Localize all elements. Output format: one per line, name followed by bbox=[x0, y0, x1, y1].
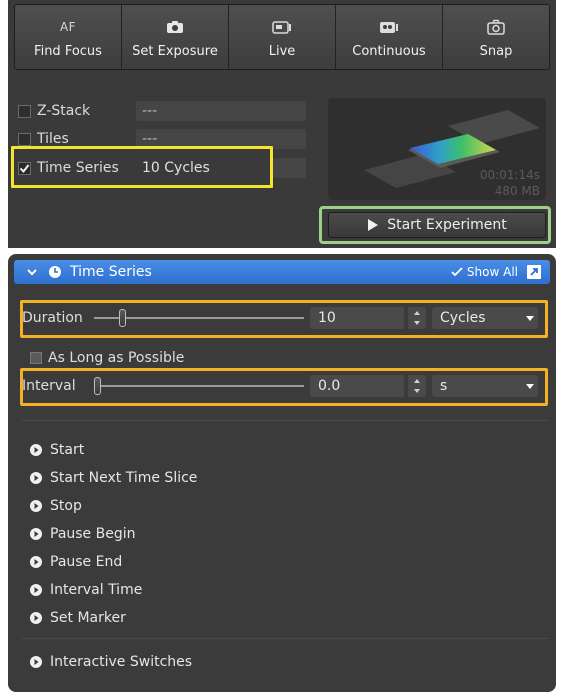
time-series-value: 10 Cycles bbox=[142, 160, 210, 176]
expand-arrow-icon bbox=[30, 500, 42, 512]
time-series-label: Time Series bbox=[37, 160, 119, 176]
event-start-next-time-slice[interactable]: Start Next Time Slice bbox=[30, 464, 197, 492]
zstack-row: Z-Stack bbox=[18, 100, 149, 122]
check-icon bbox=[451, 267, 463, 277]
preview-duration: 00:01:14s bbox=[479, 168, 540, 182]
event-label: Start Next Time Slice bbox=[50, 470, 198, 486]
camera-icon bbox=[166, 16, 184, 38]
undock-icon[interactable] bbox=[526, 264, 542, 280]
as-long-as-possible-label: As Long as Possible bbox=[48, 350, 185, 366]
snap-button[interactable]: Snap bbox=[443, 5, 549, 69]
interval-label: Interval bbox=[22, 378, 76, 394]
zstack-value: --- bbox=[136, 101, 306, 121]
live-camera-icon bbox=[272, 16, 292, 38]
snap-label: Snap bbox=[479, 43, 513, 59]
duration-row: Duration 10 Cycles bbox=[22, 304, 548, 332]
event-pause-end[interactable]: Pause End bbox=[30, 548, 197, 576]
interval-slider-thumb[interactable] bbox=[94, 377, 101, 395]
interval-spinner[interactable] bbox=[408, 375, 426, 397]
dropdown-arrow-icon bbox=[526, 384, 534, 389]
expand-arrow-icon bbox=[30, 612, 42, 624]
time-series-row: Time Series bbox=[18, 157, 149, 179]
show-all-label: Show All bbox=[466, 265, 518, 279]
show-all-toggle[interactable]: Show All bbox=[451, 265, 518, 279]
time-series-title: Time Series bbox=[70, 264, 152, 280]
as-long-as-possible-row: As Long as Possible bbox=[30, 348, 184, 368]
duration-unit-select[interactable]: Cycles bbox=[432, 307, 538, 329]
start-experiment-button[interactable]: Start Experiment bbox=[328, 212, 546, 238]
interval-unit-select[interactable]: s bbox=[432, 375, 538, 397]
event-start[interactable]: Start bbox=[30, 436, 197, 464]
divider bbox=[22, 638, 548, 639]
continuous-camera-icon bbox=[379, 16, 399, 38]
continuous-button[interactable]: Continuous bbox=[336, 5, 443, 69]
start-experiment-label: Start Experiment bbox=[387, 217, 507, 233]
tiles-value: --- bbox=[136, 129, 306, 149]
event-label: Pause Begin bbox=[50, 526, 136, 542]
live-button[interactable]: Live bbox=[229, 5, 336, 69]
live-label: Live bbox=[268, 43, 296, 59]
set-exposure-button[interactable]: Set Exposure bbox=[122, 5, 229, 69]
time-series-checkbox[interactable] bbox=[18, 161, 31, 175]
duration-label: Duration bbox=[22, 310, 83, 326]
expand-arrow-icon bbox=[30, 444, 42, 456]
time-series-events: Start Start Next Time Slice Stop Pause B… bbox=[30, 436, 197, 632]
tiles-row: Tiles bbox=[18, 128, 149, 150]
play-icon bbox=[368, 219, 379, 231]
find-focus-label: Find Focus bbox=[34, 43, 102, 59]
interval-row: Interval 0.0 s bbox=[22, 372, 548, 400]
spinner-arrows-icon bbox=[414, 379, 420, 393]
expand-arrow-icon bbox=[30, 556, 42, 568]
zstack-label: Z-Stack bbox=[37, 103, 91, 119]
as-long-as-possible-checkbox[interactable] bbox=[30, 352, 42, 364]
event-label: Start bbox=[50, 442, 85, 458]
event-set-marker[interactable]: Set Marker bbox=[30, 604, 197, 632]
collapse-chevron-icon[interactable] bbox=[26, 266, 38, 278]
dropdown-arrow-icon bbox=[526, 316, 534, 321]
expand-arrow-icon bbox=[30, 656, 42, 668]
tiles-checkbox[interactable] bbox=[18, 132, 31, 146]
event-stop[interactable]: Stop bbox=[30, 492, 197, 520]
time-series-header[interactable]: Time Series Show All bbox=[14, 260, 550, 284]
interactive-switches[interactable]: Interactive Switches bbox=[30, 648, 192, 676]
clock-icon bbox=[49, 266, 61, 278]
duration-spinner[interactable] bbox=[408, 307, 426, 329]
preview-size: 480 MB bbox=[494, 184, 540, 198]
expand-arrow-icon bbox=[30, 528, 42, 540]
event-interval-time[interactable]: Interval Time bbox=[30, 576, 197, 604]
event-pause-begin[interactable]: Pause Begin bbox=[30, 520, 197, 548]
event-label: Interval Time bbox=[50, 582, 143, 598]
duration-unit-value: Cycles bbox=[440, 310, 486, 326]
check-icon bbox=[19, 163, 30, 173]
set-exposure-label: Set Exposure bbox=[132, 43, 218, 59]
find-focus-button[interactable]: AF Find Focus bbox=[15, 5, 122, 69]
expand-arrow-icon bbox=[30, 472, 42, 484]
snap-camera-icon bbox=[486, 16, 506, 38]
interval-unit-value: s bbox=[440, 378, 448, 394]
spinner-arrows-icon bbox=[414, 311, 420, 325]
divider bbox=[22, 420, 548, 421]
expand-arrow-icon bbox=[30, 584, 42, 596]
zstack-checkbox[interactable] bbox=[18, 104, 31, 118]
time-series-panel: Time Series Show All Duration 10 Cycles … bbox=[8, 254, 556, 692]
interactive-switches-label: Interactive Switches bbox=[50, 654, 193, 670]
duration-slider-thumb[interactable] bbox=[119, 309, 127, 327]
event-label: Stop bbox=[50, 498, 82, 514]
interval-slider-track[interactable] bbox=[94, 385, 304, 387]
af-icon: AF bbox=[59, 19, 77, 34]
acquisition-panel: AF Find Focus Set Exposure Live Continuo… bbox=[8, 0, 556, 248]
event-label: Set Marker bbox=[50, 610, 126, 626]
acquisition-toolbar: AF Find Focus Set Exposure Live Continuo… bbox=[14, 4, 550, 70]
time-series-value-bg bbox=[270, 158, 306, 178]
event-label: Pause End bbox=[50, 554, 123, 570]
tiles-label: Tiles bbox=[37, 131, 69, 147]
continuous-label: Continuous bbox=[352, 43, 426, 59]
experiment-preview: 00:01:14s 480 MB bbox=[328, 98, 546, 200]
interval-input[interactable]: 0.0 bbox=[310, 375, 404, 397]
duration-input[interactable]: 10 bbox=[310, 307, 404, 329]
